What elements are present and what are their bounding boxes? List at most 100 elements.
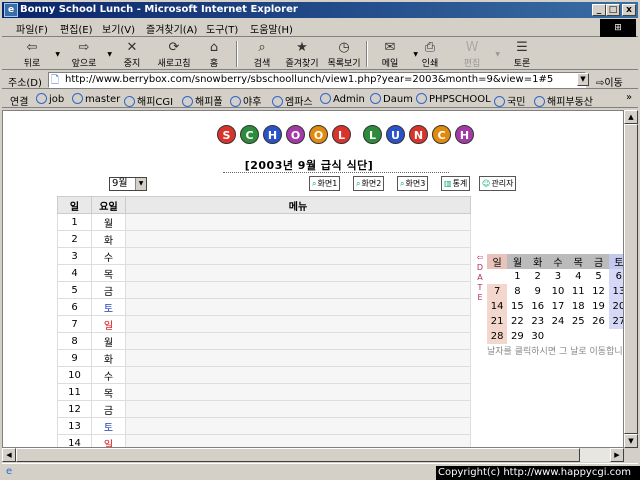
link-happypoll[interactable]: 해피폴 [182, 93, 223, 108]
calendar-day[interactable]: 21 [487, 314, 508, 329]
calendar-day[interactable]: 4 [568, 269, 588, 284]
print-button[interactable]: ⎙ 인쇄 [408, 39, 452, 69]
weekday-cell: 화 [91, 349, 126, 367]
calendar-day[interactable]: 17 [548, 299, 568, 314]
menu-cell [125, 417, 471, 435]
link-kookmin[interactable]: 국민 [494, 93, 525, 108]
menu-favorites[interactable]: 즐겨찾기(A) [146, 21, 197, 36]
calendar-day[interactable]: 18 [568, 299, 588, 314]
stop-button[interactable]: ✕ 중지 [110, 39, 154, 69]
address-url: http://www.berrybox.com/snowberry/sbscho… [65, 74, 554, 85]
horizontal-scrollbar[interactable]: ◀ ▶ [2, 448, 624, 462]
calendar-day[interactable]: 10 [548, 284, 568, 299]
calendar-day[interactable]: 13 [608, 284, 623, 299]
vertical-scroll-thumb[interactable] [624, 124, 638, 434]
maximize-button[interactable]: □ [606, 4, 620, 16]
calendar-day[interactable]: 3 [548, 269, 568, 284]
calendar-day[interactable]: 12 [588, 284, 608, 299]
menu-help[interactable]: 도움말(H) [250, 21, 293, 36]
link-empas[interactable]: 엠파스 [272, 93, 313, 108]
calendar-day[interactable]: 11 [568, 284, 588, 299]
menu-view[interactable]: 보기(V) [102, 21, 135, 36]
calendar-day[interactable]: 9 [528, 284, 548, 299]
edit-button[interactable]: W 편집 ▼ [450, 39, 500, 69]
menu-cell [125, 315, 471, 333]
calendar-day[interactable]: 8 [507, 284, 527, 299]
stats-button[interactable]: ▥통계 [441, 176, 471, 191]
menu-edit[interactable]: 편집(E) [60, 21, 93, 36]
table-row: 11 목 [57, 383, 471, 401]
favorites-button[interactable]: ★ 즐겨찾기 [280, 39, 324, 69]
scroll-left-button[interactable]: ◀ [2, 448, 16, 462]
calendar-day[interactable]: 25 [568, 314, 588, 329]
link-master[interactable]: master [72, 93, 120, 105]
table-row: 8월 [57, 332, 471, 350]
calendar-day[interactable]: 14 [487, 299, 508, 314]
calendar-day[interactable]: 2 [528, 269, 548, 284]
window-title: Bonny School Lunch - Microsoft Internet … [20, 4, 298, 15]
close-button[interactable]: x [622, 4, 636, 16]
link-happyrealty[interactable]: 해피부동산 [534, 93, 593, 108]
calendar-day[interactable]: 28 [487, 329, 508, 344]
home-button[interactable]: ⌂ 홈 [192, 39, 236, 69]
logo-letter: L [363, 125, 382, 144]
refresh-button[interactable]: ⟳ 새로고침 [152, 39, 196, 69]
admin-button[interactable]: ☺관리자 [479, 176, 517, 191]
links-bar: 연결 job master 해피CGI 해피폴 야후 엠파스 Admin Dau… [2, 90, 638, 108]
discuss-button[interactable]: ☰ 토론 [500, 39, 544, 69]
links-more-button[interactable]: » [626, 92, 632, 103]
menu-cell [125, 400, 471, 418]
calendar-day[interactable]: 7 [487, 284, 508, 299]
copyright-text: Copyright(c) http://www.happycgi.com [436, 466, 640, 480]
address-input[interactable]: 🗋 http://www.berrybox.com/snowberry/sbsc… [48, 72, 586, 88]
calendar-day[interactable]: 24 [548, 314, 568, 329]
scroll-down-button[interactable]: ▼ [624, 434, 638, 448]
weekday-cell: 토 [91, 417, 126, 435]
calendar-day[interactable]: 6 [608, 269, 623, 284]
month-select[interactable]: 9월 ▼ [109, 177, 147, 191]
vertical-scrollbar[interactable]: ▲ ▼ [624, 110, 638, 448]
calendar-day[interactable]: 27 [608, 314, 623, 329]
link-yahoo[interactable]: 야후 [230, 93, 261, 108]
calendar-day[interactable]: 30 [528, 329, 548, 344]
calendar-day[interactable]: 29 [507, 329, 527, 344]
link-daum[interactable]: Daum [370, 93, 413, 105]
back-button[interactable]: ⇦ 뒤로 ▼ [10, 39, 60, 69]
link-happycgi[interactable]: 해피CGI [124, 93, 173, 108]
calendar-weekday-header: 토 [608, 254, 623, 269]
calendar-day[interactable]: 23 [528, 314, 548, 329]
calendar-day[interactable]: 22 [507, 314, 527, 329]
link-job[interactable]: job [36, 93, 64, 105]
calendar-day[interactable]: 5 [588, 269, 608, 284]
chevron-down-icon[interactable]: ▼ [55, 51, 60, 58]
address-dropdown-button[interactable]: ▼ [577, 73, 589, 86]
scroll-up-button[interactable]: ▲ [624, 110, 638, 124]
mail-button[interactable]: ✉ 메일 ▼ [368, 39, 418, 69]
horizontal-scroll-thumb[interactable] [16, 448, 580, 462]
calendar-day[interactable]: 20 [608, 299, 623, 314]
calendar-day[interactable]: 15 [507, 299, 527, 314]
menu-file[interactable]: 파일(F) [16, 21, 48, 36]
calendar-day[interactable]: 1 [507, 269, 527, 284]
go-button[interactable]: ⇨이동 [596, 74, 623, 89]
menu-tools[interactable]: 도구(T) [206, 21, 238, 36]
minimize-button[interactable]: _ [592, 4, 606, 16]
calendar-day[interactable]: 26 [588, 314, 608, 329]
link-phpschool[interactable]: PHPSCHOOL [416, 93, 491, 105]
calendar-day[interactable]: 16 [528, 299, 548, 314]
day-cell: 1 [57, 213, 92, 231]
forward-button[interactable]: ⇨ 앞으로 ▼ [62, 39, 112, 69]
view3-button[interactable]: ⌕화면3 [397, 176, 429, 191]
history-button[interactable]: ◷ 목록보기 [322, 39, 366, 69]
user-icon: ☺ [482, 179, 491, 188]
calendar-day[interactable]: 19 [588, 299, 608, 314]
calendar-week-row: 28 29 30 [487, 329, 623, 344]
view2-button[interactable]: ⌕화면2 [353, 176, 385, 191]
bar-chart-icon: ▥ [444, 179, 452, 188]
logo-letter: O [286, 125, 305, 144]
link-admin[interactable]: Admin [320, 93, 365, 105]
scroll-right-button[interactable]: ▶ [610, 448, 624, 462]
mini-calendar: 일 월 화 수 목 금 토 1 2 3 4 5 6 7 8 9 10 11 12 13 14 15 16 17 18 19 20 21… [487, 254, 623, 344]
view1-button[interactable]: ⌕화면1 [309, 176, 341, 191]
search-button[interactable]: ⌕ 검색 [240, 39, 284, 69]
